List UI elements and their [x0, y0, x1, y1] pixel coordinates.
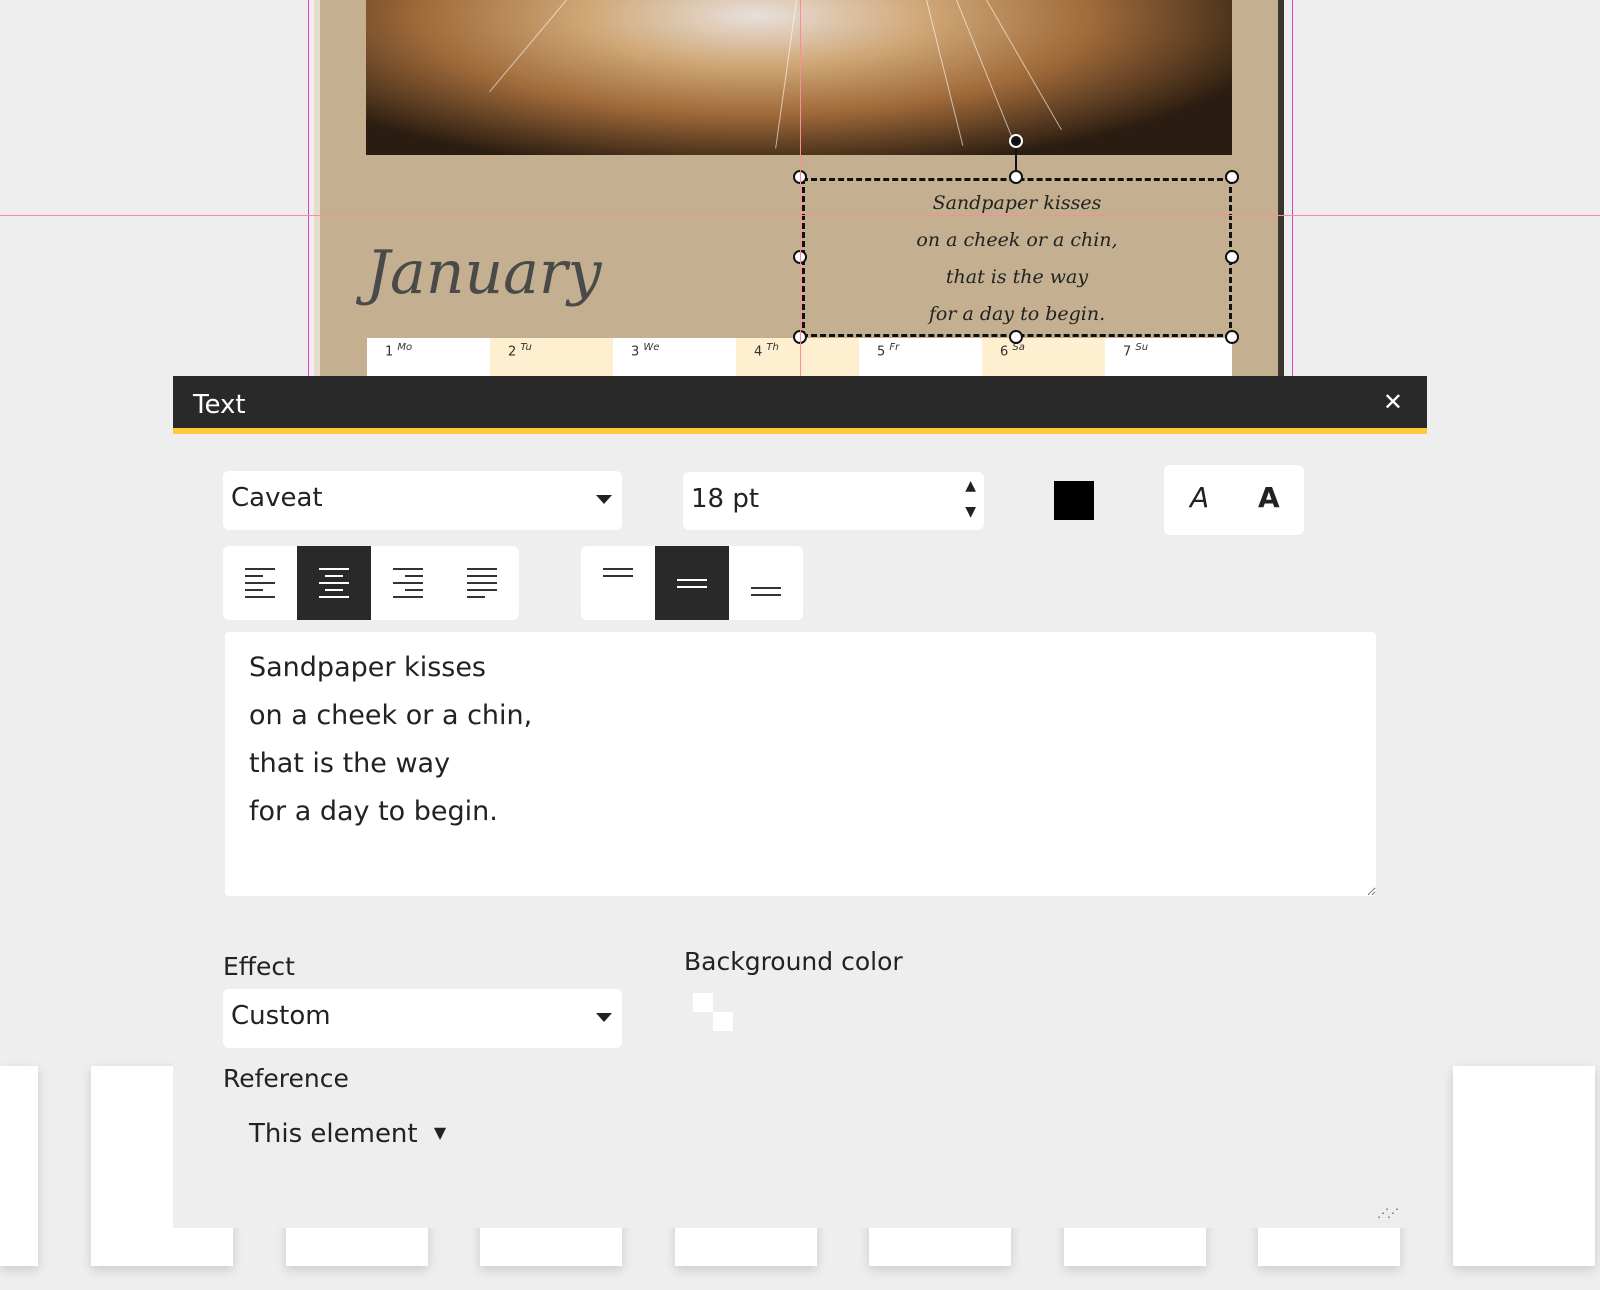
- panel-title: Text: [193, 390, 246, 420]
- day-cell: 7 Su: [1105, 338, 1232, 376]
- day-cell: 1 Mo: [367, 338, 490, 376]
- align-left-icon: [245, 568, 275, 598]
- effect-dropdown[interactable]: Custom: [223, 989, 622, 1048]
- effect-value: Custom: [231, 1001, 331, 1031]
- resize-handle[interactable]: [1225, 250, 1239, 264]
- decrement-icon[interactable]: ▼: [965, 504, 976, 520]
- valign-middle-button[interactable]: [655, 546, 729, 620]
- increment-icon[interactable]: ▲: [965, 478, 976, 494]
- chevron-down-icon: [596, 495, 612, 504]
- whisker: [986, 0, 1062, 131]
- whisker: [775, 0, 797, 149]
- valign-bottom-icon: [751, 587, 781, 596]
- panel-header: Text ✕: [173, 376, 1427, 434]
- center-guide: [0, 215, 1600, 216]
- day-cell: 5 Fr: [859, 338, 982, 376]
- checker-cell: [713, 1012, 733, 1031]
- page-thumbnail[interactable]: [0, 1066, 38, 1266]
- transparent-color-swatch[interactable]: [693, 993, 733, 1031]
- vertical-align-group: [581, 546, 803, 620]
- align-right-button[interactable]: [371, 546, 445, 620]
- chevron-down-icon: [596, 1013, 612, 1022]
- horizontal-align-group: [223, 546, 519, 620]
- chevron-down-icon: ▼: [433, 1123, 447, 1142]
- rotate-handle[interactable]: [1009, 134, 1023, 148]
- month-title[interactable]: January: [366, 238, 601, 308]
- align-left-button[interactable]: [223, 546, 297, 620]
- align-center-button[interactable]: [297, 546, 371, 620]
- reference-dropdown[interactable]: This element ▼: [249, 1119, 446, 1149]
- day-cell: 3 We: [613, 338, 736, 376]
- resize-handle[interactable]: [1225, 330, 1239, 344]
- text-line: that is the way: [945, 266, 1089, 288]
- text-color-swatch[interactable]: [1054, 481, 1094, 520]
- font-dropdown[interactable]: Caveat: [223, 471, 622, 530]
- checker-cell: [693, 993, 713, 1012]
- whisker: [956, 0, 1014, 140]
- valign-bottom-button[interactable]: [729, 546, 803, 620]
- text-line: for a day to begin.: [928, 303, 1106, 325]
- text-content-input[interactable]: [225, 632, 1376, 896]
- justify-button[interactable]: [445, 546, 519, 620]
- selected-text-box[interactable]: Sandpaper kisses on a cheek or a chin, t…: [802, 178, 1232, 337]
- cat-photo[interactable]: [366, 0, 1232, 155]
- resize-handle[interactable]: [1225, 170, 1239, 184]
- margin-guide: [1292, 0, 1293, 376]
- reference-value: This element: [249, 1119, 418, 1149]
- close-icon[interactable]: ✕: [1383, 388, 1403, 416]
- background-color-label: Background color: [684, 947, 903, 976]
- valign-top-icon: [603, 568, 633, 577]
- italic-button[interactable]: A: [1190, 481, 1209, 514]
- page-thumbnail[interactable]: [1453, 1066, 1595, 1266]
- text-line: Sandpaper kisses: [932, 192, 1102, 214]
- align-right-icon: [393, 568, 423, 598]
- font-style-group: A A: [1164, 465, 1304, 535]
- align-center-icon: [319, 568, 349, 598]
- panel-resize-grip[interactable]: ⋰⋰: [1377, 1206, 1399, 1220]
- font-value: Caveat: [231, 483, 323, 513]
- text-panel: Text ✕ Caveat 18 pt ▲ ▼ A A Effect Custo…: [173, 376, 1427, 1228]
- valign-middle-icon: [677, 578, 707, 588]
- day-cell: 2 Tu: [490, 338, 613, 376]
- resize-handle[interactable]: [1009, 170, 1023, 184]
- margin-guide: [308, 0, 309, 376]
- font-size-stepper[interactable]: 18 pt ▲ ▼: [683, 472, 984, 530]
- resize-handle[interactable]: [1009, 330, 1023, 344]
- reference-label: Reference: [223, 1064, 349, 1093]
- whisker: [488, 0, 567, 93]
- bold-button[interactable]: A: [1258, 481, 1280, 514]
- day-cell: 6 Sa: [982, 338, 1105, 376]
- effect-label: Effect: [223, 952, 295, 981]
- whisker: [926, 0, 964, 146]
- text-line: on a cheek or a chin,: [916, 229, 1118, 251]
- center-guide: [800, 0, 801, 376]
- valign-top-button[interactable]: [581, 546, 655, 620]
- justify-icon: [467, 568, 497, 598]
- font-size-value: 18 pt: [691, 484, 760, 514]
